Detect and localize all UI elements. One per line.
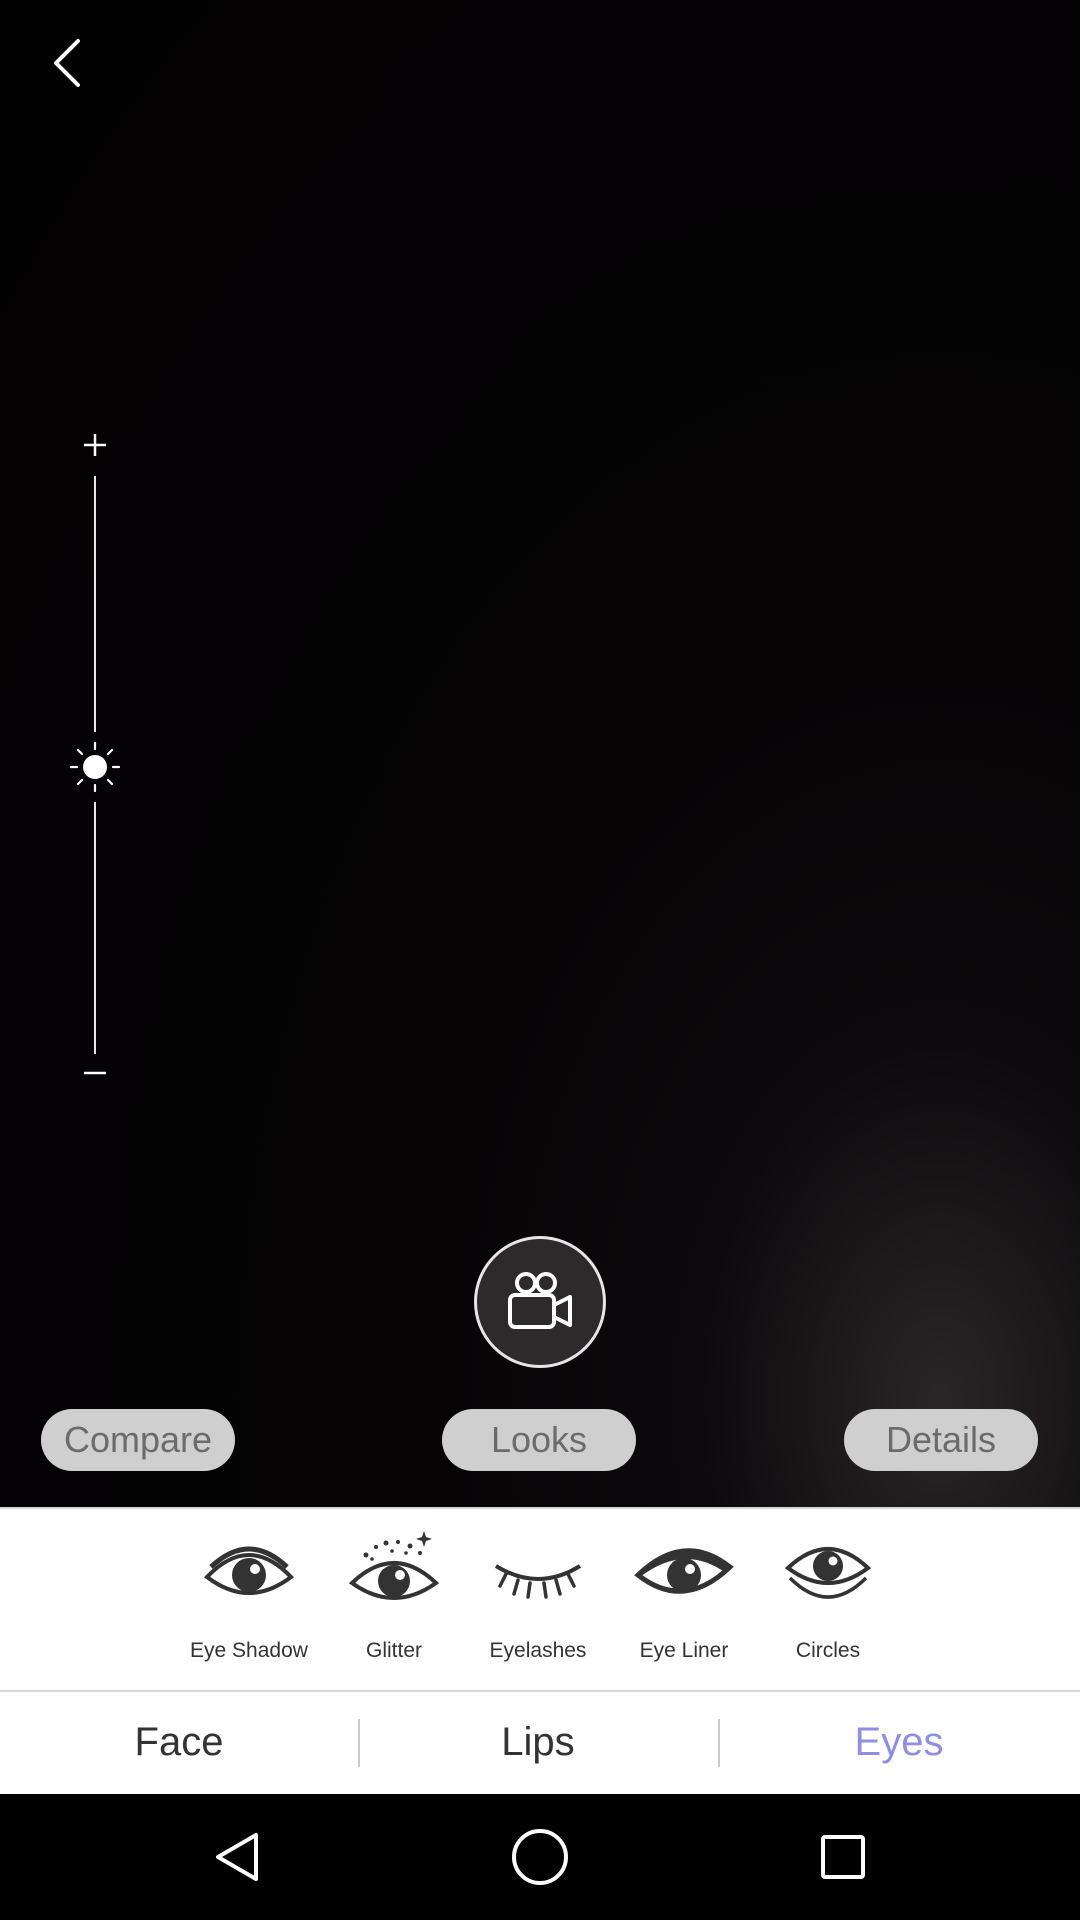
category-tabs: Face Lips Eyes	[0, 1690, 1080, 1794]
slider-track-lower[interactable]	[94, 802, 96, 1054]
feature-glitter[interactable]: Glitter	[319, 1527, 469, 1677]
circle-home-icon	[512, 1829, 568, 1885]
camera-viewport[interactable]: Compare Looks Details	[0, 0, 1080, 1507]
sun-icon[interactable]	[67, 739, 123, 795]
eye-shadow-icon	[194, 1527, 304, 1617]
brightness-plus-icon[interactable]	[70, 420, 120, 470]
triangle-back-icon	[216, 1833, 258, 1881]
tab-eyes[interactable]: Eyes	[720, 1692, 1078, 1792]
slider-track-upper[interactable]	[94, 476, 96, 732]
circles-eye-icon	[773, 1527, 883, 1617]
chevron-left-icon	[54, 39, 80, 87]
square-recents-icon	[821, 1835, 865, 1879]
system-navigation-bar	[0, 1794, 1080, 1920]
makeup-camera-screen: Compare Looks Details Eye Shadow Glitter…	[0, 0, 1080, 1920]
feature-label: Circles	[795, 1639, 861, 1662]
eyelashes-icon	[483, 1527, 593, 1617]
looks-button[interactable]: Looks	[442, 1409, 636, 1471]
feature-label: Eyelashes	[489, 1639, 587, 1662]
brightness-slider[interactable]	[60, 420, 130, 1100]
feature-label: Eye Liner	[639, 1639, 729, 1662]
tab-lips[interactable]: Lips	[359, 1692, 717, 1792]
back-button[interactable]	[38, 28, 98, 98]
feature-label: Glitter	[365, 1639, 422, 1662]
compare-button[interactable]: Compare	[41, 1409, 235, 1471]
video-camera-icon	[508, 1272, 572, 1329]
record-video-button[interactable]	[474, 1236, 606, 1368]
feature-eyelashes[interactable]: Eyelashes	[463, 1527, 613, 1677]
glitter-eye-icon	[339, 1527, 449, 1617]
feature-label: Eye Shadow	[190, 1639, 308, 1662]
details-button[interactable]: Details	[844, 1409, 1038, 1471]
feature-eye-liner[interactable]: Eye Liner	[609, 1527, 759, 1677]
nav-back-button[interactable]	[198, 1817, 278, 1897]
eye-liner-icon	[629, 1527, 739, 1617]
nav-recents-button[interactable]	[803, 1817, 883, 1897]
nav-home-button[interactable]	[500, 1817, 580, 1897]
feature-eye-shadow[interactable]: Eye Shadow	[174, 1527, 324, 1677]
feature-circles[interactable]: Circles	[753, 1527, 903, 1677]
tab-face[interactable]: Face	[0, 1692, 358, 1792]
eye-feature-panel: Eye Shadow Glitter Eyelashes Eye Liner C…	[0, 1507, 1080, 1690]
brightness-minus-icon[interactable]	[70, 1048, 120, 1098]
